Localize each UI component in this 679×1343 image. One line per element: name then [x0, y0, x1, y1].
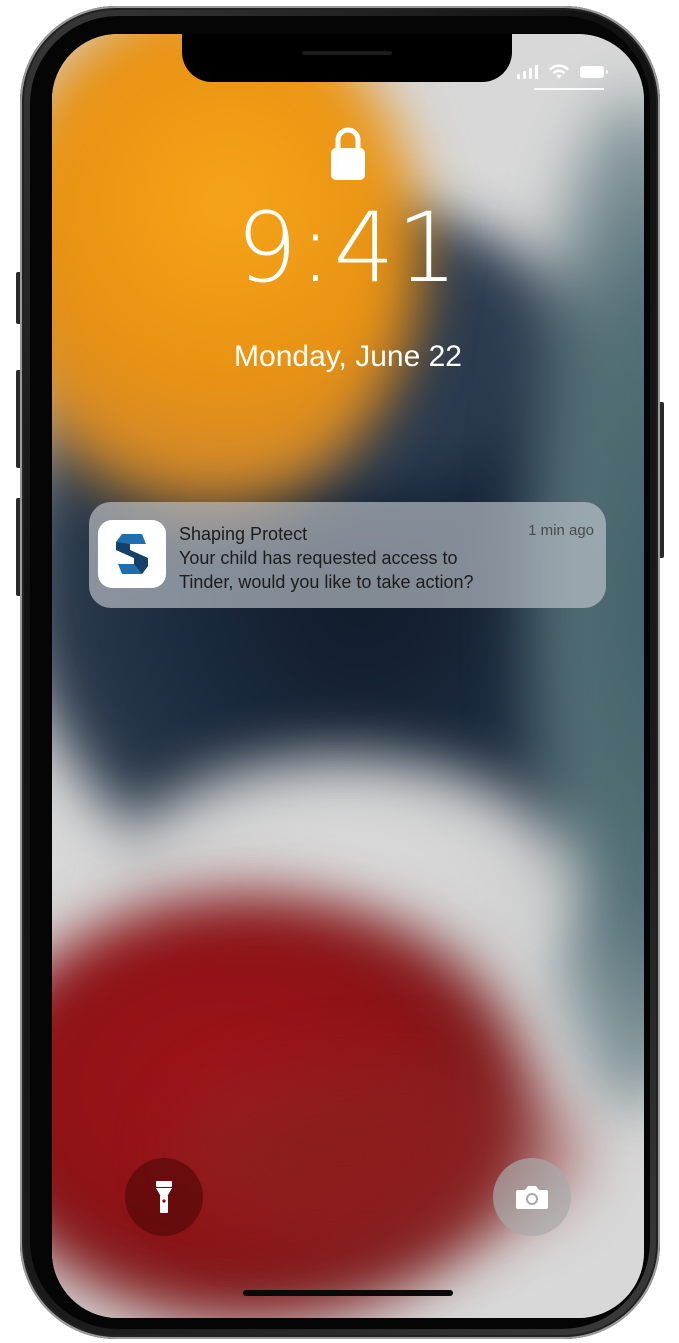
- status-indicator-line: [534, 88, 604, 90]
- wifi-icon: [549, 64, 569, 79]
- earpiece-speaker: [302, 51, 392, 55]
- flashlight-button[interactable]: [125, 1158, 203, 1236]
- camera-button[interactable]: [493, 1158, 571, 1236]
- notification-timestamp: 1 min ago: [528, 522, 594, 539]
- lock-screen-date: Monday, June 22: [234, 340, 462, 373]
- shaping-protect-logo-icon: [98, 520, 166, 588]
- lock-screen-time: 9:41: [236, 192, 460, 304]
- stage: 9:41 Monday, June 22 Shaping Protect 1 m…: [0, 0, 679, 1343]
- flashlight-icon: [156, 1181, 172, 1213]
- notification-card[interactable]: Shaping Protect 1 min ago Your child has…: [89, 502, 606, 608]
- battery-icon: [580, 66, 608, 78]
- home-indicator[interactable]: [243, 1290, 453, 1296]
- lock-screen: 9:41 Monday, June 22 Shaping Protect 1 m…: [52, 34, 644, 1318]
- camera-icon: [516, 1186, 548, 1209]
- lock-icon: [331, 127, 365, 180]
- notification-message: Your child has requested access to Tinde…: [179, 546, 589, 594]
- notification-app-name: Shaping Protect: [179, 524, 308, 544]
- notification-message-line-1: Your child has requested access to: [179, 548, 458, 568]
- cellular-signal-icon: [517, 65, 538, 79]
- status-bar: [517, 64, 608, 80]
- notch: [182, 34, 512, 82]
- notification-message-line-2: Tinder, would you like to take action?: [179, 572, 474, 592]
